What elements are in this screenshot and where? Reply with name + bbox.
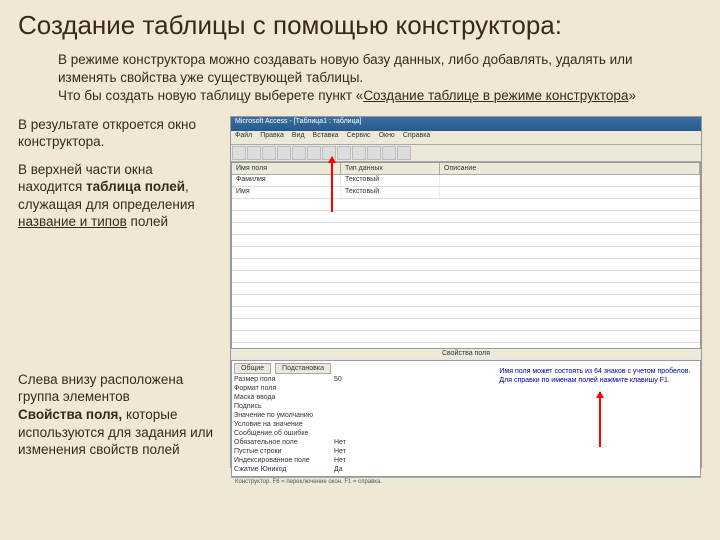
tool-icon[interactable] bbox=[232, 146, 246, 160]
tool-icon[interactable] bbox=[277, 146, 291, 160]
window-titlebar: Microsoft Access - [Таблица1 : таблица] bbox=[231, 117, 701, 131]
tool-icon[interactable] bbox=[367, 146, 381, 160]
page-title: Создание таблицы с помощью конструктора: bbox=[18, 10, 702, 41]
menubar[interactable]: ФайлПравкаВидВставкаСервисОкноСправка bbox=[231, 131, 701, 145]
tab-lookup[interactable]: Подстановка bbox=[275, 363, 331, 374]
tool-icon[interactable] bbox=[307, 146, 321, 160]
create-link: Создание таблице в режиме конструктора bbox=[363, 88, 628, 103]
tool-icon[interactable] bbox=[247, 146, 261, 160]
fields-grid[interactable]: Имя поляТип данныхОписание ФамилияТексто… bbox=[231, 162, 701, 349]
intro-paragraph: В режиме конструктора можно создавать но… bbox=[58, 51, 678, 106]
arrow-hint bbox=[599, 392, 601, 447]
help-text: Имя поля может состоять из 64 знаков с у… bbox=[493, 361, 700, 476]
arrow-fields bbox=[331, 157, 333, 212]
tool-icon[interactable] bbox=[382, 146, 396, 160]
screenshot: Microsoft Access - [Таблица1 : таблица] … bbox=[230, 116, 702, 468]
section-label: Свойства поля bbox=[231, 349, 701, 358]
toolbar[interactable] bbox=[231, 145, 701, 162]
properties-panel[interactable]: ОбщиеПодстановка Размер поля50 Формат по… bbox=[231, 360, 701, 477]
statusbar: Конструктор. F6 = переключение окон. F1 … bbox=[231, 477, 701, 490]
tool-icon[interactable] bbox=[337, 146, 351, 160]
tool-icon[interactable] bbox=[292, 146, 306, 160]
left-explanation: В результате откроется окно конструктора… bbox=[18, 116, 216, 469]
tool-icon[interactable] bbox=[262, 146, 276, 160]
tool-icon[interactable] bbox=[352, 146, 366, 160]
tab-general[interactable]: Общие bbox=[234, 363, 271, 374]
tool-icon[interactable] bbox=[397, 146, 411, 160]
table-row[interactable]: ФамилияТекстовый bbox=[232, 175, 700, 187]
table-row[interactable]: ИмяТекстовый bbox=[232, 187, 700, 199]
